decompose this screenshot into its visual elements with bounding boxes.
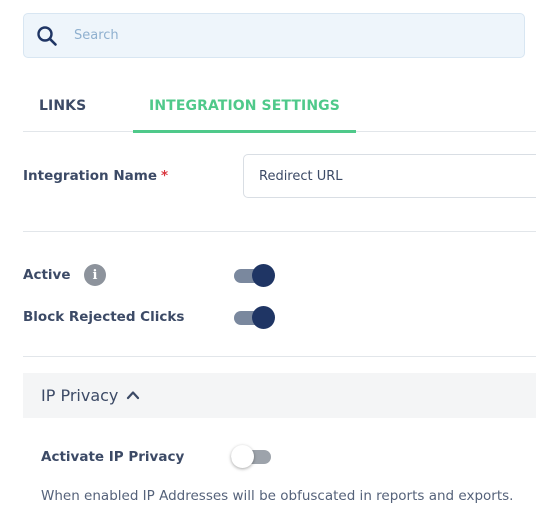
ip-privacy-help-text: When enabled IP Addresses will be obfusc…: [41, 488, 514, 504]
activate-ip-privacy-label: Activate IP Privacy: [41, 449, 185, 465]
chevron-up-icon: [126, 391, 140, 400]
search-icon: [37, 26, 57, 46]
required-marker: *: [160, 168, 169, 184]
ip-privacy-section-header[interactable]: IP Privacy: [23, 373, 536, 418]
activate-ip-privacy-toggle[interactable]: [231, 445, 273, 469]
ip-privacy-title: IP Privacy: [41, 386, 119, 405]
integration-name-input[interactable]: [243, 154, 536, 198]
divider: [23, 356, 536, 357]
search-bar[interactable]: [23, 13, 525, 58]
tab-integration-settings[interactable]: INTEGRATION SETTINGS: [133, 80, 356, 133]
integration-name-label-text: Integration Name: [23, 168, 157, 184]
toggle-knob: [252, 306, 275, 329]
tab-links[interactable]: LINKS: [39, 80, 86, 131]
active-toggle[interactable]: [234, 264, 276, 288]
integration-settings-page: LINKS INTEGRATION SETTINGS Integration N…: [0, 0, 536, 523]
search-input[interactable]: [74, 14, 514, 57]
divider: [23, 231, 536, 232]
integration-name-label: Integration Name *: [23, 168, 168, 184]
block-rejected-clicks-toggle[interactable]: [234, 306, 276, 330]
active-label: Active: [23, 267, 71, 283]
toggle-knob: [231, 445, 254, 468]
info-icon[interactable]: i: [84, 264, 106, 286]
toggle-knob: [252, 264, 275, 287]
tab-bar: LINKS INTEGRATION SETTINGS: [23, 80, 536, 133]
block-rejected-clicks-label: Block Rejected Clicks: [23, 309, 185, 325]
